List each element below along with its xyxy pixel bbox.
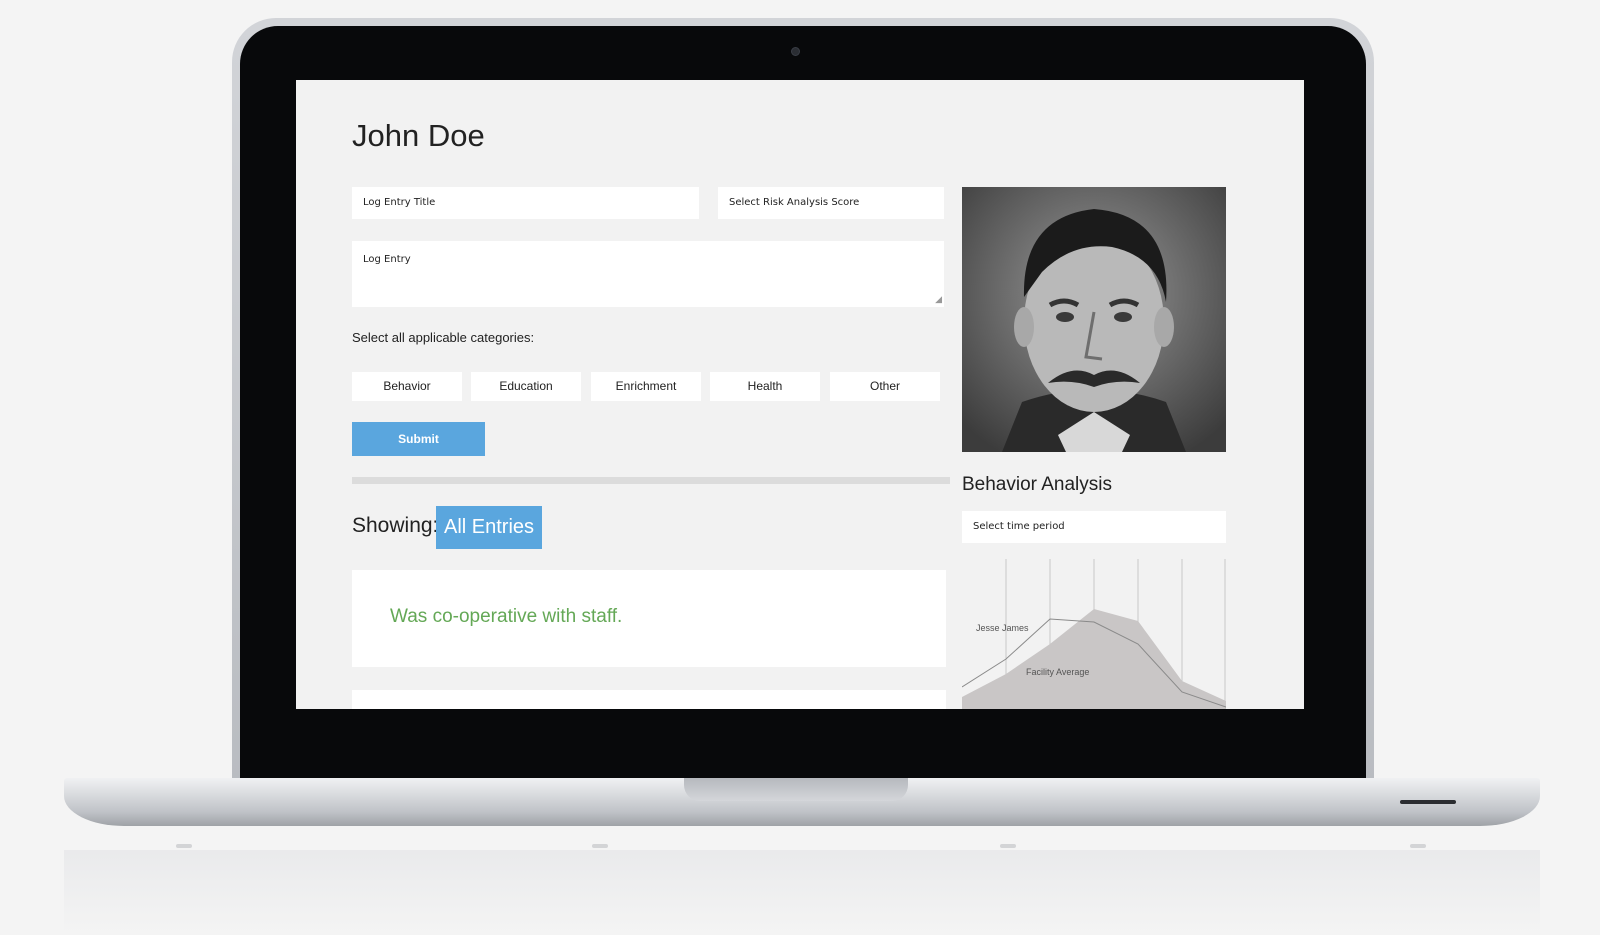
laptop-reflection xyxy=(64,850,1540,935)
laptop-base-notch xyxy=(684,778,908,801)
subject-series-label: Jesse James xyxy=(976,623,1029,633)
laptop-slot xyxy=(1400,800,1456,804)
entry-card xyxy=(352,690,946,709)
behavior-chart-svg: Jesse James Facility Average xyxy=(961,559,1227,709)
risk-score-select[interactable]: Select Risk Analysis Score xyxy=(718,187,944,219)
log-entry-title-input[interactable]: Log Entry Title xyxy=(352,187,699,219)
laptop-foot xyxy=(592,844,608,848)
time-period-select[interactable]: Select time period xyxy=(962,511,1226,543)
portrait-illustration xyxy=(962,187,1226,452)
category-behavior-button[interactable]: Behavior xyxy=(352,372,462,401)
category-other-button[interactable]: Other xyxy=(830,372,940,401)
behavior-chart: Jesse James Facility Average xyxy=(961,559,1227,709)
page-title: John Doe xyxy=(352,118,485,153)
app-screen: John Doe Log Entry Title Select Risk Ana… xyxy=(296,80,1304,709)
inmate-photo xyxy=(962,187,1226,452)
laptop-foot xyxy=(1000,844,1016,848)
log-entry-textarea[interactable]: Log Entry ◢ xyxy=(352,241,944,307)
entry-card: Was co-operative with staff. xyxy=(352,570,946,667)
laptop-foot xyxy=(176,844,192,848)
average-series-label: Facility Average xyxy=(1026,667,1089,677)
category-education-button[interactable]: Education xyxy=(471,372,581,401)
log-entry-placeholder: Log Entry xyxy=(363,254,411,265)
entries-filter-button[interactable]: All Entries xyxy=(436,506,542,549)
behavior-analysis-title: Behavior Analysis xyxy=(962,474,1112,495)
entry-text: Was co-operative with staff. xyxy=(390,606,623,627)
resize-grip-icon[interactable]: ◢ xyxy=(935,296,942,305)
section-divider xyxy=(352,477,950,484)
categories-label: Select all applicable categories: xyxy=(352,330,535,345)
submit-button[interactable]: Submit xyxy=(352,422,485,456)
category-health-button[interactable]: Health xyxy=(710,372,820,401)
laptop-foot xyxy=(1410,844,1426,848)
webcam-icon xyxy=(791,47,800,56)
category-enrichment-button[interactable]: Enrichment xyxy=(591,372,701,401)
showing-label: Showing: xyxy=(352,514,439,537)
